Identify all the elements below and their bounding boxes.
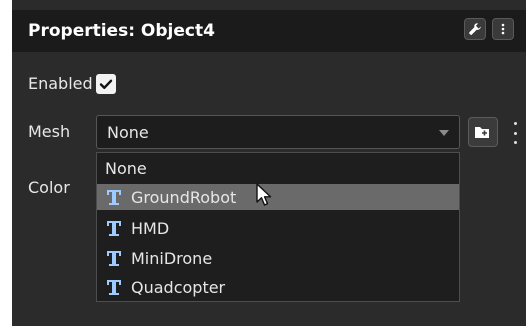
kebab-dot bbox=[513, 131, 517, 135]
dropdown-option-quadcopter[interactable]: Quadcopter bbox=[97, 274, 459, 300]
mesh-select-value: None bbox=[107, 123, 149, 142]
mesh-asset-icon bbox=[105, 219, 123, 237]
enabled-checkbox[interactable] bbox=[96, 74, 116, 94]
option-label: MiniDrone bbox=[131, 248, 213, 268]
option-label: None bbox=[105, 158, 147, 178]
color-label: Color bbox=[28, 178, 70, 197]
enabled-label: Enabled bbox=[28, 74, 93, 93]
dropdown-option-none[interactable]: None bbox=[97, 155, 459, 181]
kebab-dot bbox=[513, 141, 517, 144]
dropdown-option-groundrobot[interactable]: GroundRobot bbox=[97, 184, 459, 210]
mesh-select[interactable]: None bbox=[96, 115, 460, 149]
dropdown-option-minidrone[interactable]: MiniDrone bbox=[97, 245, 459, 271]
properties-panel: Properties: Object4 Enabled Mesh None Co… bbox=[0, 0, 526, 326]
option-label: GroundRobot bbox=[131, 187, 237, 207]
mesh-asset-icon bbox=[105, 188, 123, 206]
chevron-down-icon bbox=[439, 130, 449, 136]
mesh-asset-icon bbox=[105, 278, 123, 296]
option-label: Quadcopter bbox=[131, 277, 226, 297]
more-options-button[interactable] bbox=[492, 18, 514, 40]
mouse-cursor-icon bbox=[256, 183, 272, 206]
left-gutter bbox=[0, 0, 12, 326]
wrench-button[interactable] bbox=[464, 18, 486, 40]
asset-picker-icon bbox=[475, 127, 489, 138]
option-label: HMD bbox=[131, 218, 170, 238]
page-title: Properties: Object4 bbox=[28, 21, 215, 41]
mesh-picker-button[interactable] bbox=[468, 117, 498, 147]
mesh-dropdown-list: None GroundRobot HMD MiniDrone Quadcopte bbox=[96, 152, 460, 302]
checkmark-icon bbox=[99, 79, 113, 89]
mesh-asset-icon bbox=[105, 249, 123, 267]
kebab-dot bbox=[513, 122, 517, 125]
mesh-more-button[interactable] bbox=[512, 122, 518, 144]
kebab-icon bbox=[501, 23, 505, 35]
dropdown-option-hmd[interactable]: HMD bbox=[97, 215, 459, 241]
clipped-bottom-text bbox=[12, 312, 526, 326]
mesh-label: Mesh bbox=[28, 122, 71, 141]
wrench-icon bbox=[469, 23, 481, 35]
panel-header: Properties: Object4 bbox=[12, 10, 526, 52]
